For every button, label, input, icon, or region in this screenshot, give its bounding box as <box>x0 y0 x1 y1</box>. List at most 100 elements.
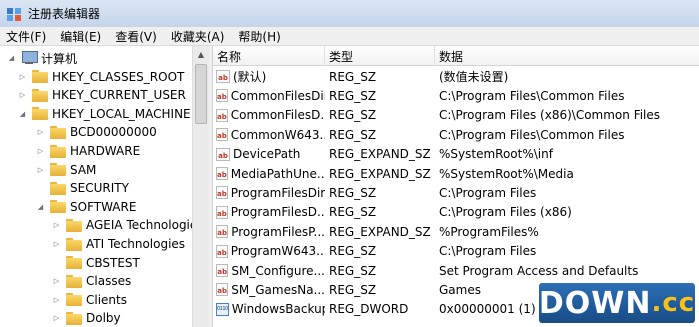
tree-item-label: SAM <box>70 162 97 177</box>
tree-item[interactable]: ▷ HKEY_CLASSES_ROOT <box>18 68 185 86</box>
binary-value-icon: 0110 <box>216 302 229 316</box>
value-row[interactable]: ab ProgramFilesDir REG_SZ C:\Program Files <box>213 183 699 202</box>
menu-view[interactable]: 查看(V) <box>115 28 157 45</box>
value-row[interactable]: ab CommonFilesDir REG_SZ C:\Program Files\C… <box>213 86 699 105</box>
value-row[interactable]: ab ProgramFilesD... REG_SZ C:\Program Files… <box>213 203 699 222</box>
tree-item-label: HKEY_LOCAL_MACHINE <box>52 106 191 121</box>
column-header-name[interactable]: 名称 <box>213 46 325 66</box>
value-name-cell: ab CommonFilesD... <box>216 106 325 125</box>
tree-item-label: HKEY_CURRENT_USER <box>52 88 186 103</box>
value-data: C:\Program Files\Common Files <box>439 88 625 103</box>
scroll-thumb[interactable] <box>195 64 207 124</box>
computer-icon <box>21 51 38 65</box>
value-name: WindowsBackup <box>231 302 325 317</box>
tree-item-label: CBSTEST <box>86 255 140 270</box>
value-name: MediaPathUne... <box>230 166 325 181</box>
string-value-icon: ab <box>216 244 228 258</box>
tree-item[interactable]: ▷ HKEY_CURRENT_USER <box>18 86 186 104</box>
collapsed-arrow-icon[interactable]: ▷ <box>36 128 45 137</box>
value-row[interactable]: ab ProgramW643... REG_SZ C:\Program Files <box>213 242 699 261</box>
expanded-arrow-icon[interactable]: ◢ <box>36 202 45 211</box>
no-expander <box>52 258 61 267</box>
folder-icon <box>66 274 82 288</box>
tree-item[interactable]: ▷ BCD00000000 <box>36 123 157 141</box>
column-header-data[interactable]: 数据 <box>435 46 699 66</box>
window-title: 注册表编辑器 <box>28 7 101 21</box>
menu-file[interactable]: 文件(F) <box>6 28 46 45</box>
folder-icon <box>66 237 82 251</box>
string-value-icon: ab <box>216 167 228 180</box>
collapsed-arrow-icon[interactable]: ▷ <box>52 221 61 230</box>
value-data: C:\Program Files <box>439 244 537 259</box>
tree-item[interactable]: ▷ SAM <box>36 161 97 179</box>
tree-item[interactable]: CBSTEST <box>52 254 140 272</box>
collapsed-arrow-icon[interactable]: ▷ <box>52 277 61 286</box>
no-expander <box>36 184 45 193</box>
menu-favorites[interactable]: 收藏夹(A) <box>171 28 225 45</box>
value-name-cell: 0110 WindowsBackup <box>216 300 325 319</box>
value-name: CommonFilesDir <box>230 88 325 103</box>
values-header: 名称 类型 数据 <box>213 46 699 66</box>
tree-item[interactable]: ▷ AGEIA Technologies <box>52 216 204 234</box>
folder-icon <box>32 107 48 121</box>
scroll-up-arrow-icon[interactable]: ▲ <box>193 46 209 62</box>
tree-item-label: 计算机 <box>41 51 78 66</box>
registry-tree[interactable]: ◢ 计算机 ▷ HKEY_CLASSES_ROOT ▷ HKEY_CURRENT_USER… <box>0 46 206 327</box>
collapsed-arrow-icon[interactable]: ▷ <box>18 91 27 100</box>
tree-item[interactable]: ▷ HARDWARE <box>36 142 140 160</box>
value-data: C:\Program Files (x86) <box>439 205 572 220</box>
expanded-arrow-icon[interactable]: ◢ <box>18 109 27 118</box>
collapsed-arrow-icon[interactable]: ▷ <box>52 314 61 323</box>
value-name-cell: ab CommonFilesDir <box>216 86 325 105</box>
value-name-cell: ab SM_GamesNa... <box>216 280 325 299</box>
value-row[interactable]: ab (默认) REG_SZ (数值未设置) <box>213 67 699 86</box>
value-name: ProgramFilesD... <box>230 205 325 220</box>
value-data: (数值未设置) <box>439 70 509 84</box>
value-name-cell: ab ProgramFilesDir <box>216 183 325 202</box>
string-value-icon: ab <box>216 147 230 161</box>
tree-item[interactable]: ▷ Dolby <box>52 309 121 327</box>
tree-item[interactable]: ▷ ATI Technologies <box>52 235 185 253</box>
value-type: REG_SZ <box>329 69 377 84</box>
collapsed-arrow-icon[interactable]: ▷ <box>36 165 45 174</box>
value-row[interactable]: ab MediaPathUne... REG_EXPAND_SZ %SystemRoo… <box>213 164 699 183</box>
menu-edit[interactable]: 编辑(E) <box>60 28 101 45</box>
value-name-cell: ab MediaPathUne... <box>216 164 325 183</box>
tree-item-label: HKEY_CLASSES_ROOT <box>52 69 185 84</box>
tree-item[interactable]: ◢ HKEY_LOCAL_MACHINE <box>18 105 191 123</box>
value-name: ProgramFilesDir <box>230 185 325 200</box>
value-data: C:\Program Files\Common Files <box>439 127 625 142</box>
folder-icon <box>50 163 66 177</box>
tree-item[interactable]: SECURITY <box>36 179 129 197</box>
collapsed-arrow-icon[interactable]: ▷ <box>52 240 61 249</box>
collapsed-arrow-icon[interactable]: ▷ <box>52 295 61 304</box>
value-row[interactable]: ab CommonFilesD... REG_SZ C:\Program Files … <box>213 106 699 125</box>
value-row[interactable]: ab CommonW643... REG_SZ C:\Program Files\Co… <box>213 125 699 144</box>
value-row[interactable]: ab ProgramFilesP... REG_EXPAND_SZ %ProgramF… <box>213 222 699 241</box>
tree-item[interactable]: ▷ Classes <box>52 272 131 290</box>
column-header-type[interactable]: 类型 <box>325 46 435 66</box>
collapsed-arrow-icon[interactable]: ▷ <box>18 72 27 81</box>
value-row[interactable]: ab SM_Configure... REG_SZ Set Program Acces… <box>213 261 699 280</box>
folder-icon <box>50 181 66 195</box>
folder-icon <box>66 293 82 307</box>
value-name-cell: ab CommonW643... <box>216 125 325 144</box>
tree-scrollbar[interactable]: ▲ <box>192 46 209 327</box>
tree-item[interactable]: ◢ 计算机 <box>7 49 77 67</box>
menu-help[interactable]: 帮助(H) <box>238 28 280 45</box>
value-name-cell: ab DevicePath <box>216 145 325 164</box>
value-row[interactable]: ab DevicePath REG_EXPAND_SZ %SystemRoot%\in… <box>213 145 699 164</box>
value-type: REG_SZ <box>329 127 377 142</box>
value-name: (默认) <box>233 70 267 84</box>
tree-item[interactable]: ▷ Clients <box>52 291 127 309</box>
value-name-cell: ab ProgramW643... <box>216 242 325 261</box>
folder-icon <box>66 218 82 232</box>
value-type: REG_SZ <box>329 263 377 278</box>
value-name-cell: ab (默认) <box>216 67 325 86</box>
tree-item[interactable]: ◢ SOFTWARE <box>36 198 137 216</box>
folder-icon <box>50 200 66 214</box>
tree-item-label: BCD00000000 <box>70 125 157 140</box>
expanded-arrow-icon[interactable]: ◢ <box>7 54 16 63</box>
collapsed-arrow-icon[interactable]: ▷ <box>36 147 45 156</box>
value-name-cell: ab ProgramFilesD... <box>216 203 325 222</box>
